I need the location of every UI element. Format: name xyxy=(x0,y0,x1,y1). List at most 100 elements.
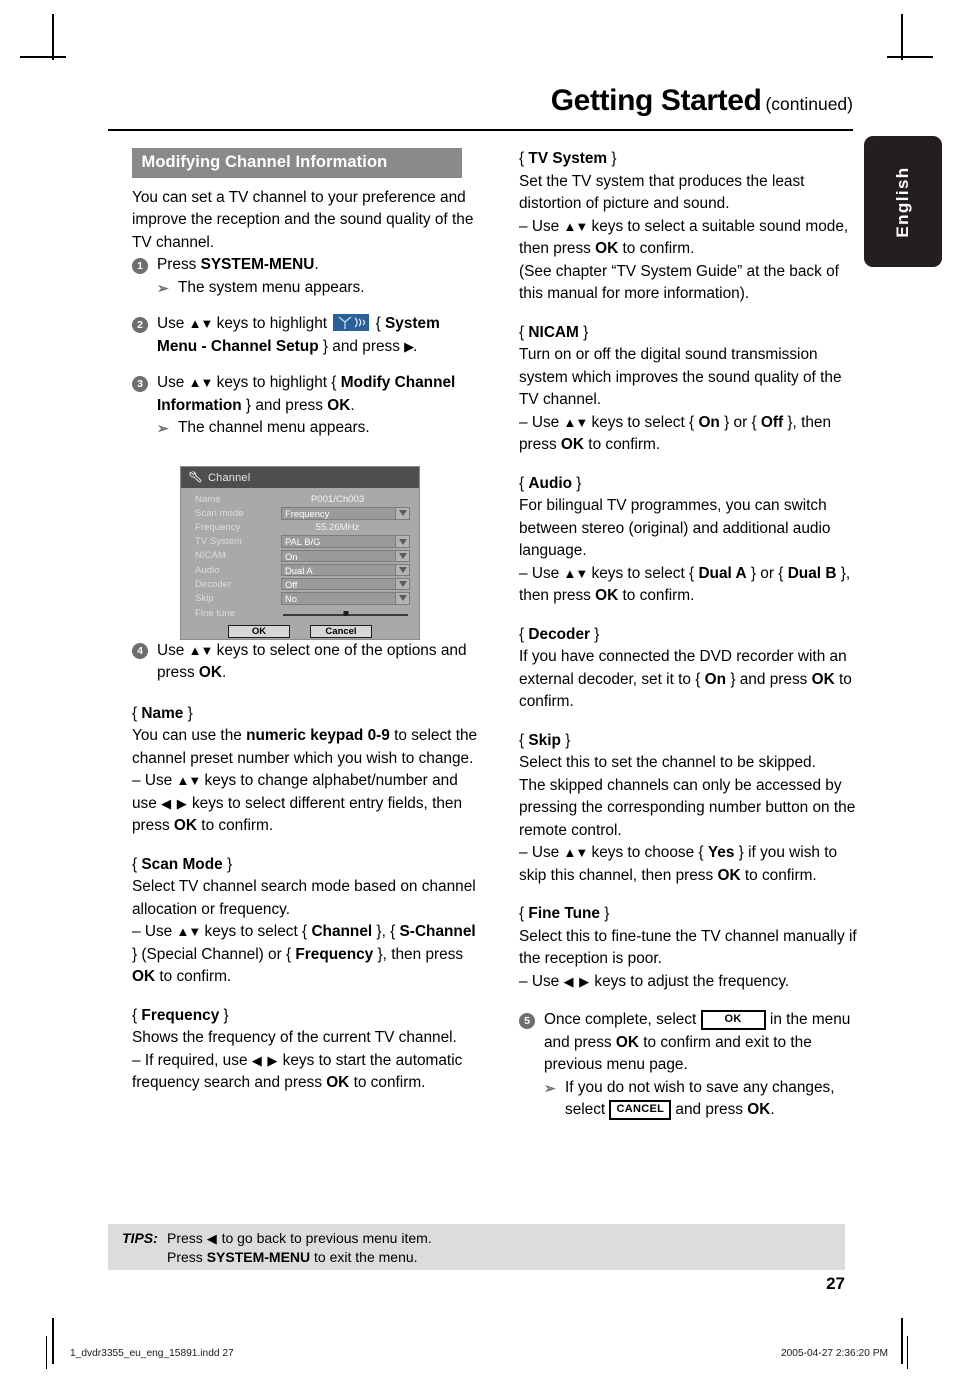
dialog-row-select[interactable]: PAL B/G xyxy=(281,535,410,548)
dialog-cancel-button[interactable]: Cancel xyxy=(310,624,372,638)
chevron-down-icon[interactable] xyxy=(395,593,409,604)
dialog-body: Name P001/Ch003 Scan mode Frequency Frequenc… xyxy=(181,488,419,621)
brace-close: } xyxy=(222,855,233,873)
crop-mark-top-left-v xyxy=(52,14,54,60)
step-4-seg3: . xyxy=(222,664,227,681)
brace-open: { xyxy=(132,855,142,873)
chevron-down-icon[interactable] xyxy=(395,508,409,519)
brace-close: } xyxy=(590,625,600,643)
emphasis: On xyxy=(704,670,727,688)
dialog-row-select[interactable]: Off xyxy=(281,577,410,591)
language-tab-label: English xyxy=(893,165,912,238)
brace-close: } xyxy=(572,474,582,492)
ok-key-badge[interactable]: OK xyxy=(700,1010,766,1030)
option-title-text: Fine Tune xyxy=(528,905,600,922)
cancel-key-badge[interactable]: CANCEL xyxy=(609,1100,672,1120)
dialog-row-select[interactable]: Dual A xyxy=(281,563,410,577)
step-1-bold: SYSTEM-MENU xyxy=(200,256,315,273)
footer-rule-right xyxy=(906,1336,908,1369)
crop-mark-top-right-v xyxy=(901,14,903,60)
channel-setup-icon xyxy=(333,314,370,331)
option-line: You can use the numeric keypad 0-9 to se… xyxy=(132,727,478,767)
option-title-text: Frequency xyxy=(141,1006,220,1024)
option-line: For bilingual TV programmes, you can swi… xyxy=(519,497,831,559)
option-block: { TV System } Set the TV system that prod… xyxy=(519,148,865,306)
crop-mark-top-right-h xyxy=(887,56,933,58)
tips-line1-pre: Press xyxy=(167,1230,207,1246)
brace-open: { xyxy=(519,323,529,341)
section-intro: You can set a TV channel to your prefere… xyxy=(132,188,474,251)
emphasis: OK xyxy=(560,436,585,453)
step-2-seg1: Use xyxy=(157,315,189,332)
emphasis: Dual A xyxy=(698,564,747,582)
dialog-row[interactable]: Skip No xyxy=(195,591,410,605)
updown-keys-icon: ▲▼ xyxy=(176,773,201,788)
emphasis: OK xyxy=(173,817,198,834)
dialog-row[interactable]: TV System PAL B/G xyxy=(195,535,410,549)
chevron-down-icon[interactable] xyxy=(395,578,409,590)
crop-mark-top-left-h xyxy=(20,56,66,58)
dialog-row-label: Name xyxy=(195,493,221,505)
option-block: { Skip } Select this to set the channel t… xyxy=(519,730,865,888)
option-line: If you have connected the DVD recorder w… xyxy=(519,648,852,710)
step-1-text: Press SYSTEM-MENU. xyxy=(157,256,319,273)
slider-knob[interactable] xyxy=(343,611,348,616)
dialog-row-slider[interactable]: Fine tune xyxy=(195,606,410,621)
step-1-pre: Press xyxy=(157,256,201,273)
dialog-row[interactable]: Decoder Off xyxy=(195,577,410,591)
brace-close: } xyxy=(578,323,589,341)
chevron-down-icon[interactable] xyxy=(395,550,409,562)
step-5-sub-bold: OK xyxy=(747,1101,771,1118)
result-arrow-icon: ➢ xyxy=(157,420,169,436)
emphasis: OK xyxy=(326,1074,350,1091)
option-title: { TV System } xyxy=(519,148,865,171)
footer-filename: 1_dvdr3355_eu_eng_15891.indd 27 xyxy=(70,1348,234,1359)
chevron-down-icon[interactable] xyxy=(395,564,409,576)
emphasis: OK xyxy=(132,968,156,985)
brace-open: { xyxy=(519,625,529,643)
step-number: 3 xyxy=(132,375,148,392)
footer-rule-left xyxy=(46,1336,48,1369)
step-5-result: ➢ If you do not wish to save any changes,… xyxy=(544,1077,865,1122)
step-4: 4 Use ▲▼ keys to select one of the optio… xyxy=(132,640,478,685)
dialog-row-label: NICAM xyxy=(195,550,226,562)
step-3-result: ➢ The channel menu appears. xyxy=(157,417,478,440)
step-3-seg4: . xyxy=(350,396,355,414)
tips-label: TIPS: xyxy=(122,1230,158,1246)
dialog-row[interactable]: Scan mode Frequency xyxy=(195,506,410,520)
option-title: { Scan Mode } xyxy=(132,854,478,877)
tips-line-1: Press ◀ to go back to previous menu item… xyxy=(167,1230,432,1246)
brace-open: { xyxy=(519,150,529,167)
dialog-row-select[interactable]: Frequency xyxy=(281,507,410,520)
dialog-row-value: Dual A xyxy=(285,564,313,576)
dialog-row[interactable]: Audio Dual A xyxy=(195,563,410,577)
dialog-row-value: P001/Ch003 xyxy=(310,493,365,505)
step-3-seg2: keys to highlight { xyxy=(212,374,341,391)
emphasis: OK xyxy=(595,587,619,604)
step-5-sub-seg2: and press xyxy=(671,1101,748,1118)
dialog-row-select[interactable]: On xyxy=(281,549,410,563)
option-line: – Use ▲▼ keys to select { Dual A } or { … xyxy=(519,564,851,605)
option-block: { Fine Tune } Select this to fine-tune th… xyxy=(519,903,865,993)
dialog-row-select[interactable]: No xyxy=(281,592,410,605)
dialog-ok-button[interactable]: OK xyxy=(228,624,290,638)
emphasis: Off xyxy=(760,413,784,431)
step-2-seg3: { xyxy=(371,315,386,332)
dialog-header: Channel xyxy=(181,467,419,488)
fine-tune-slider[interactable] xyxy=(281,608,410,618)
dialog-row[interactable]: NICAM On xyxy=(195,549,410,563)
wrench-icon xyxy=(188,470,202,485)
option-title: { Fine Tune } xyxy=(519,903,865,926)
option-title-text: Audio xyxy=(528,474,573,492)
chevron-down-icon[interactable] xyxy=(395,536,409,547)
dialog-row-value: No xyxy=(285,593,297,605)
option-line: The skipped channels can only be accesse… xyxy=(519,776,856,839)
emphasis: Dual B xyxy=(787,564,837,582)
step-number: 1 xyxy=(132,257,148,274)
option-line: – Use ▲▼ keys to choose { Yes } if you w… xyxy=(519,844,838,884)
dialog-row-value: On xyxy=(285,550,298,562)
step-1-result: ➢ The system menu appears. xyxy=(157,277,478,300)
option-line: – Use ▲▼ keys to select { On } or { Off … xyxy=(519,413,832,454)
left-arrow-icon: ◀ xyxy=(206,1231,218,1246)
step-1: 1 Press SYSTEM-MENU. ➢ The system menu ap… xyxy=(132,254,478,299)
